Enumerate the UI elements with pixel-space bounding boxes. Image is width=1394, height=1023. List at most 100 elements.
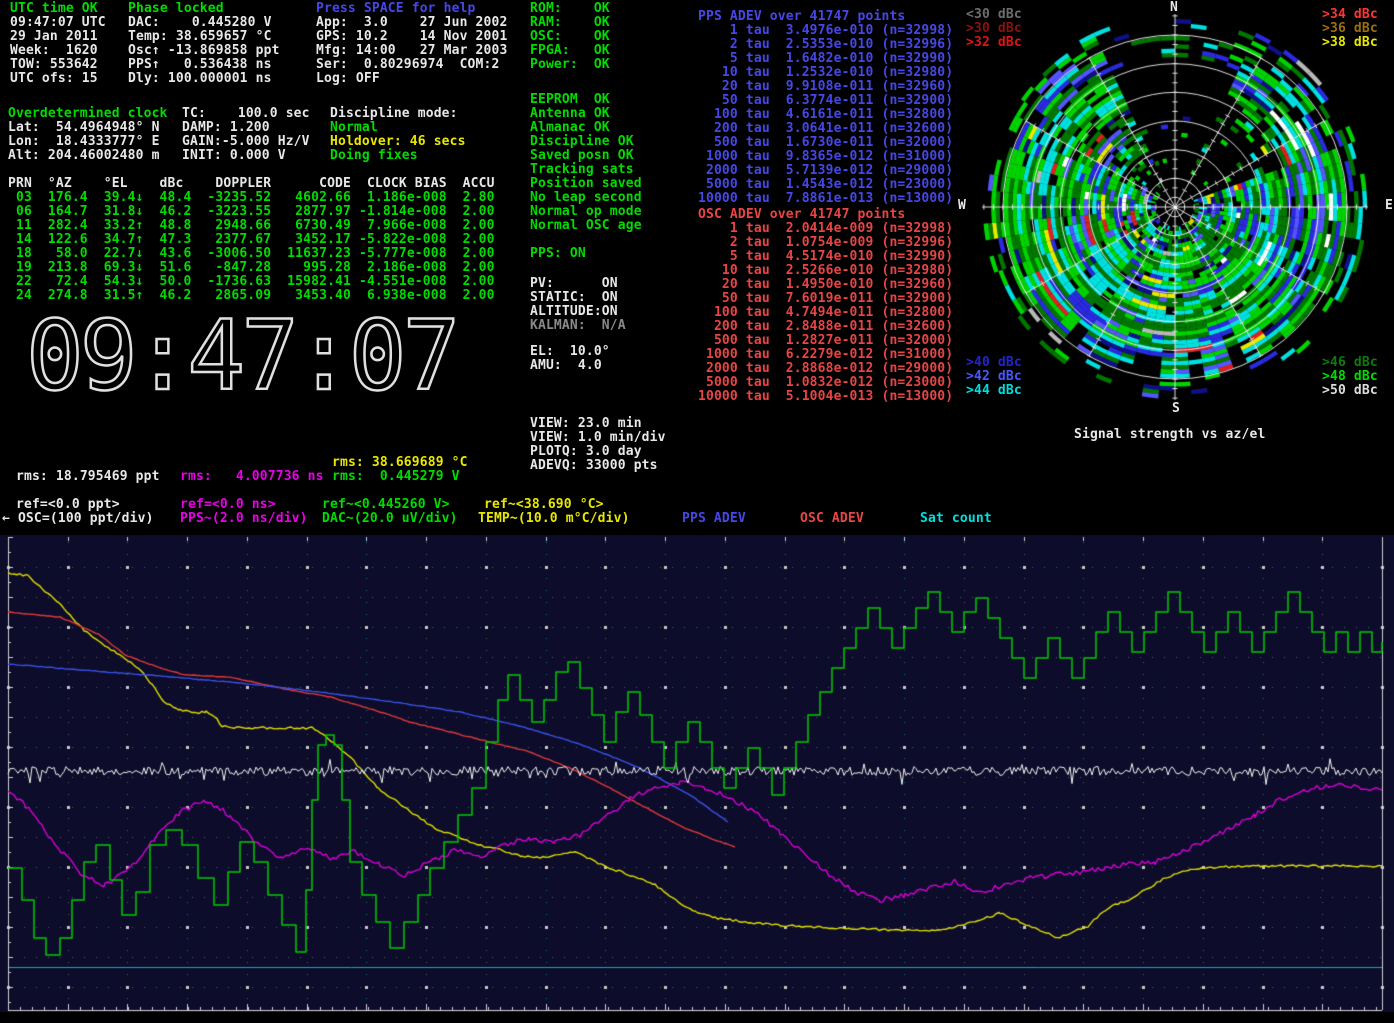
lady-heather-window: UTC time OK 09:47:07 UTC29 Jan 2011Week:…	[0, 0, 1394, 1023]
sat-table-row: 22 72.4 54.3↓ 50.0 -1736.63 15982.41 -4.…	[8, 275, 495, 289]
text-line: GAIN:-5.000 Hz/V	[182, 135, 310, 149]
text-line: Alt: 204.46002480 m	[8, 149, 160, 163]
adev-table-row: 10000 tau 7.8861e-013 (n=13000)	[698, 192, 953, 206]
sat-table-row: 06 164.7 31.8↓ 46.2 -3223.55 2877.97 -1.…	[8, 205, 495, 219]
polar-caption: Signal strength vs az/el	[1074, 428, 1265, 442]
device-status-list: EEPROM OKAntenna OKAlmanac OKDiscipline …	[530, 93, 642, 233]
text-line: TOW: 553642	[10, 58, 106, 72]
pps-state: PPS: ON	[530, 247, 586, 261]
adev-table-title: PPS ADEV over 41747 points	[698, 10, 953, 24]
compass-east: E	[1385, 199, 1393, 213]
position-block: Lat: 54.4964948° NLon: 18.4333777° EAlt:…	[8, 121, 160, 163]
sat-table-header: PRN °AZ °EL dBc DOPPLER CODE CLOCK BIAS …	[8, 177, 495, 191]
scale-osc: ← OSC=(100 ppt/div)	[2, 512, 154, 526]
text-line: Ser: 0.80296974 COM:2	[316, 58, 507, 72]
adev-table-row: 5000 tau 1.0832e-012 (n=23000)	[698, 376, 953, 390]
adev-table-row: 10 tau 2.5266e-010 (n=32980)	[698, 264, 953, 278]
el-amu-block: EL: 10.0°AMU: 4.0	[530, 345, 610, 373]
rms-osc: rms: 18.795469 ppt	[16, 470, 160, 484]
text-line: DAMP: 1.200	[182, 121, 310, 135]
adev-table-row: 200 tau 2.8488e-011 (n=32600)	[698, 320, 953, 334]
rms-pps: rms: 4.007736 ns	[180, 470, 324, 484]
fix-mode-list: PV: ONSTATIC: ONALTITUDE:ONKALMAN: N/A	[530, 277, 626, 333]
ref-pps: ref=<0.0 ns>	[180, 498, 276, 512]
dbc-legend-gt50: >50 dBc	[1322, 384, 1378, 398]
discipline-header: Discipline mode:	[330, 107, 458, 121]
rms-dac: rms: 0.445279 V	[332, 470, 460, 484]
adev-table-row: 10 tau 1.2532e-010 (n=32980)	[698, 66, 953, 80]
pps-adev-table: PPS ADEV over 41747 points 1 tau 3.4976e…	[698, 10, 953, 206]
text-line: Mfg: 14:00 27 Mar 2003	[316, 44, 507, 58]
sat-table-row: 19 213.8 69.3↓ 51.6 -847.28 995.28 2.186…	[8, 261, 495, 275]
dbc-legend-gt40: >40 dBc	[966, 356, 1022, 370]
ref-dac: ref~<0.445260 V>	[322, 498, 450, 512]
text-line: STATIC: ON	[530, 291, 626, 305]
text-line: Discipline OK	[530, 135, 642, 149]
compass-north: N	[1170, 1, 1178, 15]
sat-table-row: 11 282.4 33.2↑ 48.8 2948.66 6730.49 7.96…	[8, 219, 495, 233]
adev-table-row: 2000 tau 5.7139e-012 (n=29000)	[698, 164, 953, 178]
big-digital-clock: 09:47:07	[26, 300, 456, 412]
text-line: EEPROM OK	[530, 93, 642, 107]
text-line: Doing fixes	[330, 149, 466, 163]
text-line: 09:47:07 UTC	[10, 16, 106, 30]
adev-table-row: 1 tau 3.4976e-010 (n=32998)	[698, 24, 953, 38]
dbc-legend-gt34: >34 dBc	[1322, 8, 1378, 22]
adev-table-row: 2 tau 1.0754e-009 (n=32996)	[698, 236, 953, 250]
text-line: Normal op mode	[530, 205, 642, 219]
text-line: ALTITUDE:ON	[530, 305, 626, 319]
legend-osc-adev: OSC ADEV	[800, 512, 864, 526]
text-line: App: 3.0 27 Jun 2002	[316, 16, 507, 30]
adev-table-row: 50 tau 6.3774e-011 (n=32900)	[698, 94, 953, 108]
text-line: Holdover: 46 secs	[330, 135, 466, 149]
text-line: OSC: OK	[530, 30, 610, 44]
adev-table-row: 1 tau 2.0414e-009 (n=32998)	[698, 222, 953, 236]
text-line: Lon: 18.4333777° E	[8, 135, 160, 149]
adev-table-row: 100 tau 4.6161e-011 (n=32800)	[698, 108, 953, 122]
text-line: Dly: 100.000001 ns	[128, 72, 280, 86]
text-line: Normal OSC age	[530, 219, 642, 233]
adev-table-row: 1000 tau 6.2279e-012 (n=31000)	[698, 348, 953, 362]
satellite-table: PRN °AZ °EL dBc DOPPLER CODE CLOCK BIAS …	[8, 177, 495, 303]
text-line: Log: OFF	[316, 72, 507, 86]
strip-chart-plot[interactable]	[0, 535, 1394, 1023]
adev-table-row: 20 tau 9.9108e-011 (n=32960)	[698, 80, 953, 94]
legend-sat-count: Sat count	[920, 512, 992, 526]
text-line: VIEW: 23.0 min	[530, 417, 666, 431]
sat-table-row: 03 176.4 39.4↓ 48.4 -3235.52 4602.66 1.1…	[8, 191, 495, 205]
text-line: Antenna OK	[530, 107, 642, 121]
text-line: UTC ofs: 15	[10, 72, 106, 86]
text-line: Temp: 38.659657 °C	[128, 30, 280, 44]
text-line: PLOTQ: 3.0 day	[530, 445, 666, 459]
text-line: ADEVQ: 33000 pts	[530, 459, 666, 473]
text-line: VIEW: 1.0 min/div	[530, 431, 666, 445]
sat-table-row: 14 122.6 34.7↑ 47.3 2377.67 3452.17 -5.8…	[8, 233, 495, 247]
adev-table-row: 2 tau 2.5353e-010 (n=32996)	[698, 38, 953, 52]
phase-status-header: Phase locked	[128, 2, 224, 16]
polar-signal-map[interactable]	[963, 7, 1387, 407]
adev-table-row: 100 tau 4.7494e-011 (n=32800)	[698, 306, 953, 320]
utc-status-header: UTC time OK	[10, 2, 98, 16]
loop-params-block: TC: 100.0 secDAMP: 1.200GAIN:-5.000 Hz/V…	[182, 107, 310, 163]
scale-pps: PPS~(2.0 ns/div)	[180, 512, 308, 526]
text-line: ROM: OK	[530, 2, 610, 16]
text-line: Tracking sats	[530, 163, 642, 177]
view-info-block: VIEW: 23.0 minVIEW: 1.0 min/divPLOTQ: 3.…	[530, 417, 666, 473]
dbc-legend-gt30: >30 dBc	[966, 22, 1022, 36]
text-line: PPS↑ 0.536438 ns	[128, 58, 280, 72]
text-line: TC: 100.0 sec	[182, 107, 310, 121]
text-line: Osc↑ -13.869858 ppt	[128, 44, 280, 58]
adev-table-row: 20 tau 1.4950e-010 (n=32960)	[698, 278, 953, 292]
adev-table-row: 5000 tau 1.4543e-012 (n=23000)	[698, 178, 953, 192]
text-line: Week: 1620	[10, 44, 106, 58]
scale-temp: TEMP~(10.0 m°C/div)	[478, 512, 630, 526]
position-mode-header: Overdetermined clock	[8, 107, 168, 121]
adev-table-row: 2000 tau 2.8868e-012 (n=29000)	[698, 362, 953, 376]
text-line: EL: 10.0°	[530, 345, 610, 359]
osc-adev-table: OSC ADEV over 41747 points 1 tau 2.0414e…	[698, 208, 953, 404]
text-line: FPGA: OK	[530, 44, 610, 58]
text-line: Position saved	[530, 177, 642, 191]
text-line: No leap second	[530, 191, 642, 205]
adev-table-row: 1000 tau 9.8365e-012 (n=31000)	[698, 150, 953, 164]
text-line: Power: OK	[530, 58, 610, 72]
